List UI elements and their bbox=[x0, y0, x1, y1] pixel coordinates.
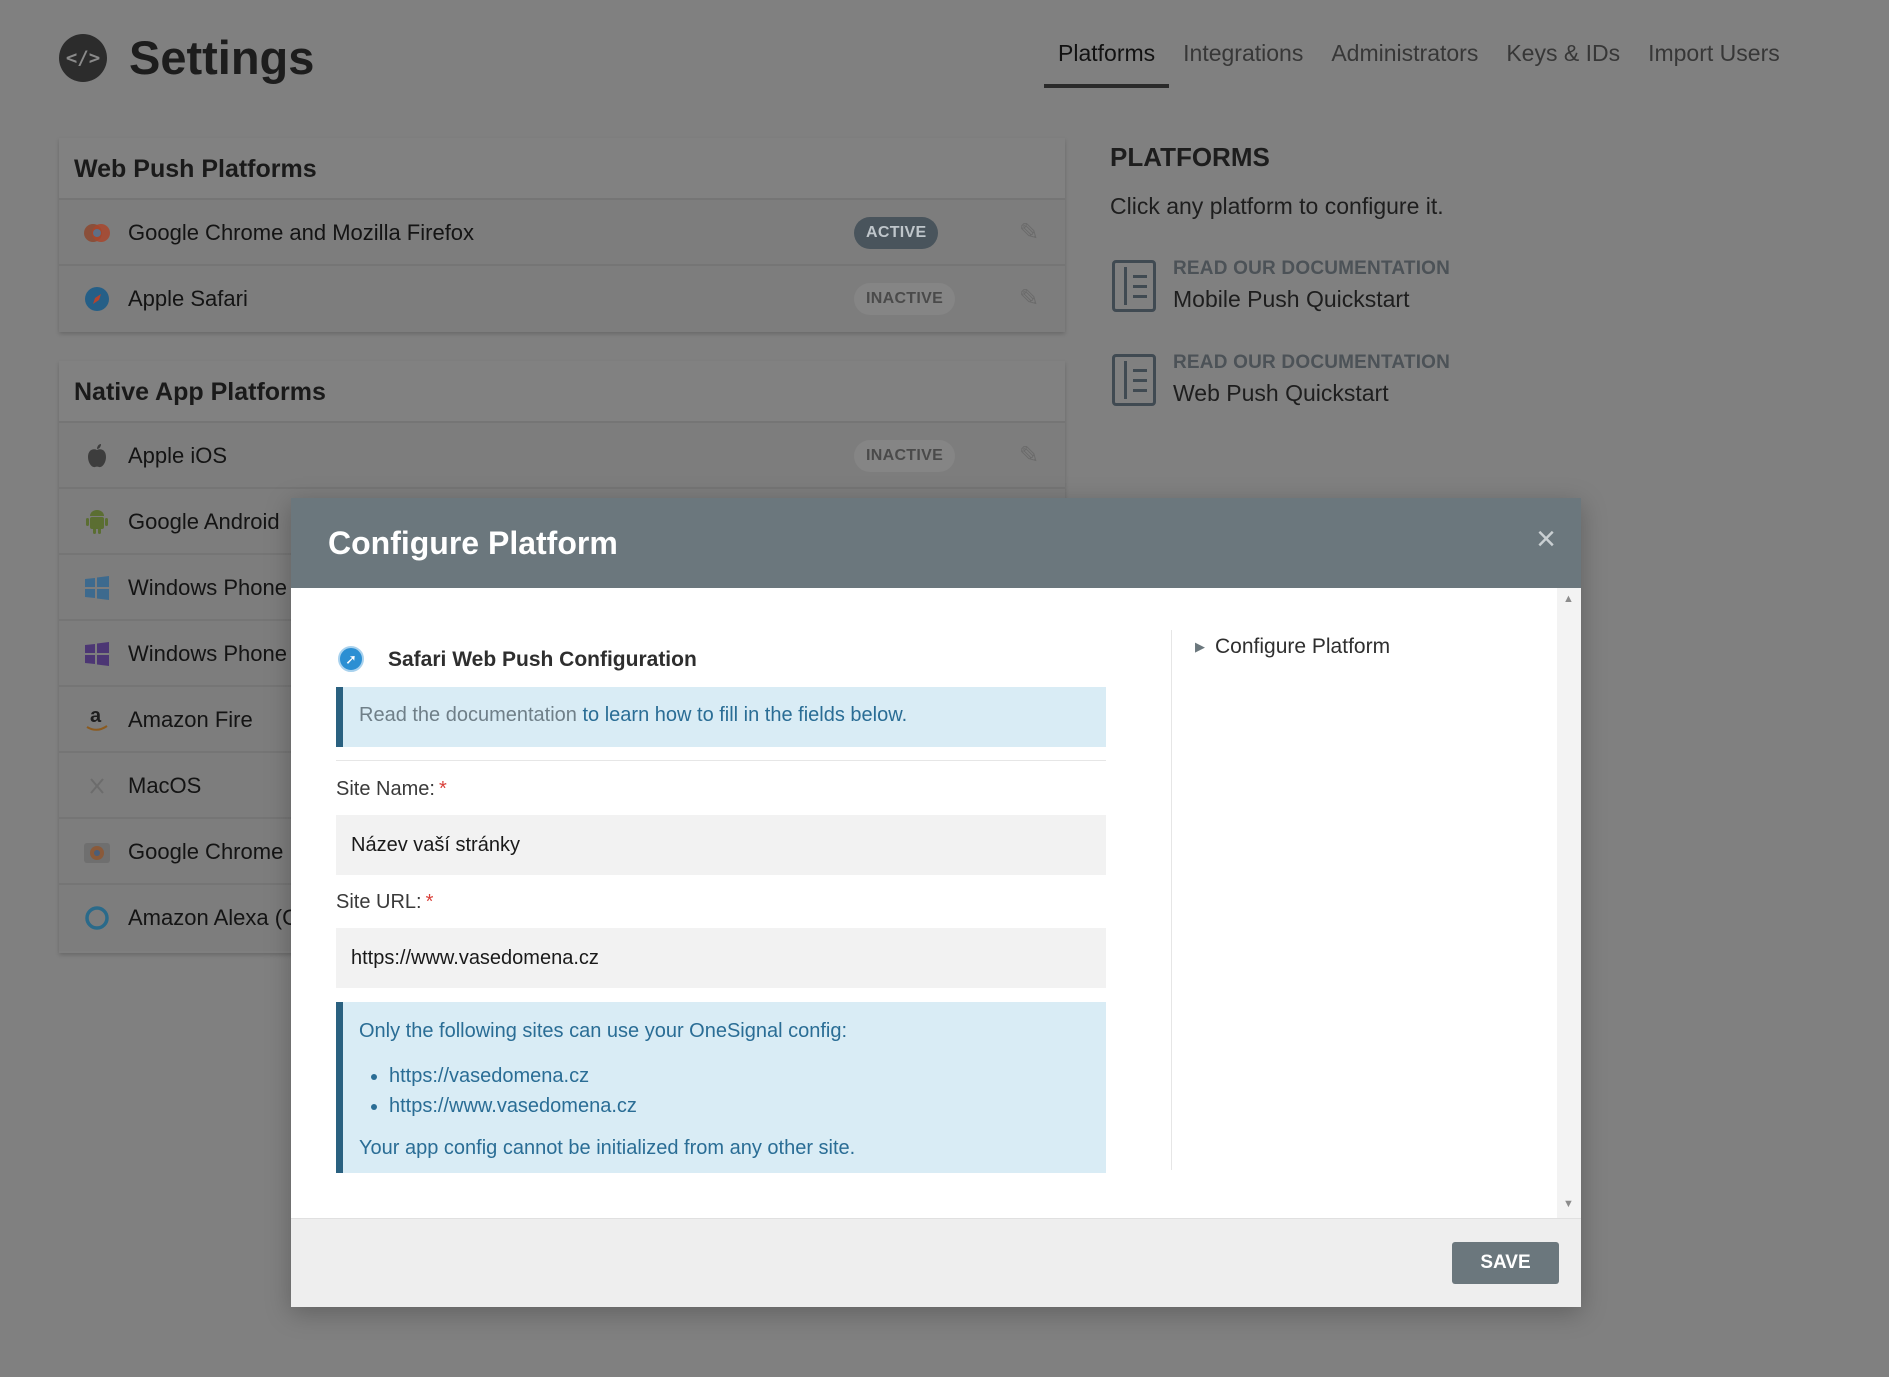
safari-icon bbox=[83, 285, 111, 313]
document-icon bbox=[1112, 354, 1156, 406]
divider bbox=[336, 760, 1106, 761]
site-name-label-text: Site Name: bbox=[336, 778, 435, 800]
amazon-icon: a bbox=[83, 706, 111, 734]
web-push-platforms-title: Web Push Platforms bbox=[59, 138, 1065, 200]
chrome-icon bbox=[83, 838, 111, 866]
allowed-site-item[interactable]: https://www.vasedomena.cz bbox=[389, 1091, 1106, 1121]
scroll-up-icon[interactable]: ▲ bbox=[1563, 593, 1574, 605]
close-icon[interactable]: × bbox=[1536, 520, 1556, 559]
caret-right-icon: ▶ bbox=[1195, 639, 1205, 654]
save-button[interactable]: SAVE bbox=[1452, 1242, 1559, 1284]
platform-row-ios[interactable]: Apple iOS INACTIVE ✎ bbox=[59, 423, 1065, 489]
platform-label: Windows Phone bbox=[128, 575, 287, 600]
config-title: Safari Web Push Configuration bbox=[388, 648, 697, 671]
tab-administrators[interactable]: Administrators bbox=[1317, 28, 1492, 88]
allowed-site-item[interactable]: https://vasedomena.cz bbox=[389, 1061, 1106, 1091]
modal-header: Configure Platform × bbox=[291, 498, 1581, 588]
doc-kicker: READ OUR DOCUMENTATION bbox=[1173, 352, 1451, 373]
doc-link-mobile-push[interactable]: READ OUR DOCUMENTATION Mobile Push Quick… bbox=[1110, 258, 1530, 318]
allowed-sites-callout: Only the following sites can use your On… bbox=[336, 1002, 1106, 1173]
platform-label: Windows Phone bbox=[128, 641, 287, 666]
configure-platform-modal: Configure Platform × ➚ Safari Web Push C… bbox=[291, 498, 1581, 1307]
app-logo-icon: </> bbox=[59, 34, 107, 82]
windows-icon bbox=[83, 574, 111, 602]
platform-row-safari[interactable]: Apple Safari INACTIVE ✎ bbox=[59, 266, 1065, 332]
doc-title: Web Push Quickstart bbox=[1173, 380, 1389, 406]
apple-icon bbox=[83, 442, 111, 470]
allowed-sites-list: https://vasedomena.cz https://www.vasedo… bbox=[389, 1061, 1106, 1121]
edit-pencil-icon[interactable]: ✎ bbox=[1019, 441, 1039, 470]
doc-link-web-push[interactable]: READ OUR DOCUMENTATION Web Push Quicksta… bbox=[1110, 352, 1530, 412]
allowed-sites-footer: Your app config cannot be initialized fr… bbox=[359, 1137, 856, 1159]
native-app-platforms-title: Native App Platforms bbox=[59, 361, 1065, 423]
tab-integrations[interactable]: Integrations bbox=[1169, 28, 1317, 88]
platforms-subtitle: Click any platform to configure it. bbox=[1110, 193, 1444, 219]
platform-label: Apple iOS bbox=[128, 443, 228, 468]
required-mark: * bbox=[425, 891, 434, 913]
macos-icon bbox=[83, 772, 111, 800]
platform-label: Amazon Alexa (C bbox=[128, 905, 298, 930]
toc-configure-platform[interactable]: ▶ Configure Platform bbox=[1195, 635, 1390, 659]
platform-label: Google Chrome and Mozilla Firefox bbox=[128, 220, 475, 245]
platform-label: Apple Safari bbox=[128, 286, 248, 311]
platforms-heading: PLATFORMS bbox=[1110, 142, 1270, 172]
doc-title: Mobile Push Quickstart bbox=[1173, 286, 1410, 312]
doc-kicker: READ OUR DOCUMENTATION bbox=[1173, 258, 1451, 279]
document-icon bbox=[1112, 260, 1156, 312]
settings-tabs: Platforms Integrations Administrators Ke… bbox=[1044, 28, 1794, 88]
site-url-label: Site URL: * bbox=[336, 891, 433, 914]
site-name-label: Site Name: * bbox=[336, 778, 447, 801]
scrollbar[interactable]: ▲ ▼ bbox=[1557, 588, 1581, 1218]
allowed-sites-intro: Only the following sites can use your On… bbox=[359, 1020, 848, 1042]
doc-callout-link[interactable]: to learn how to fill in the fields below… bbox=[577, 704, 907, 726]
modal-body: ➚ Safari Web Push Configuration Read the… bbox=[291, 588, 1581, 1218]
status-badge: INACTIVE bbox=[854, 283, 956, 315]
platform-label: Amazon Fire bbox=[128, 707, 253, 732]
platform-label: Google Chrome bbox=[128, 839, 284, 864]
modal-footer: SAVE bbox=[291, 1218, 1581, 1307]
web-push-platforms-panel: Web Push Platforms Google Chrome and Moz… bbox=[59, 138, 1065, 332]
site-url-input[interactable] bbox=[336, 928, 1106, 988]
safari-icon: ➚ bbox=[338, 646, 364, 672]
page-title: Settings bbox=[129, 31, 315, 84]
chrome-firefox-icon bbox=[83, 219, 111, 247]
required-mark: * bbox=[438, 778, 447, 800]
edit-pencil-icon[interactable]: ✎ bbox=[1019, 284, 1039, 313]
alexa-icon bbox=[83, 904, 111, 932]
edit-pencil-icon[interactable]: ✎ bbox=[1019, 218, 1039, 247]
platform-label: Google Android bbox=[128, 509, 280, 534]
platform-row-chrome-firefox[interactable]: Google Chrome and Mozilla Firefox ACTIVE… bbox=[59, 200, 1065, 266]
platform-label: MacOS bbox=[128, 773, 202, 798]
status-badge: ACTIVE bbox=[854, 217, 939, 249]
doc-callout-text: Read the documentation bbox=[359, 704, 577, 726]
windows-purple-icon bbox=[83, 640, 111, 668]
toc-label: Configure Platform bbox=[1215, 635, 1391, 658]
site-url-label-text: Site URL: bbox=[336, 891, 422, 913]
svg-text:a: a bbox=[90, 706, 102, 727]
modal-title: Configure Platform bbox=[328, 525, 618, 561]
documentation-callout: Read the documentation to learn how to f… bbox=[336, 687, 1106, 747]
tab-import-users[interactable]: Import Users bbox=[1634, 28, 1794, 88]
tab-platforms[interactable]: Platforms bbox=[1044, 28, 1170, 88]
android-icon bbox=[83, 508, 111, 536]
tab-keys-ids[interactable]: Keys & IDs bbox=[1492, 28, 1634, 88]
site-name-input[interactable] bbox=[336, 815, 1106, 875]
column-divider bbox=[1171, 630, 1172, 1170]
scroll-down-icon[interactable]: ▼ bbox=[1563, 1198, 1574, 1210]
status-badge: INACTIVE bbox=[854, 440, 956, 472]
